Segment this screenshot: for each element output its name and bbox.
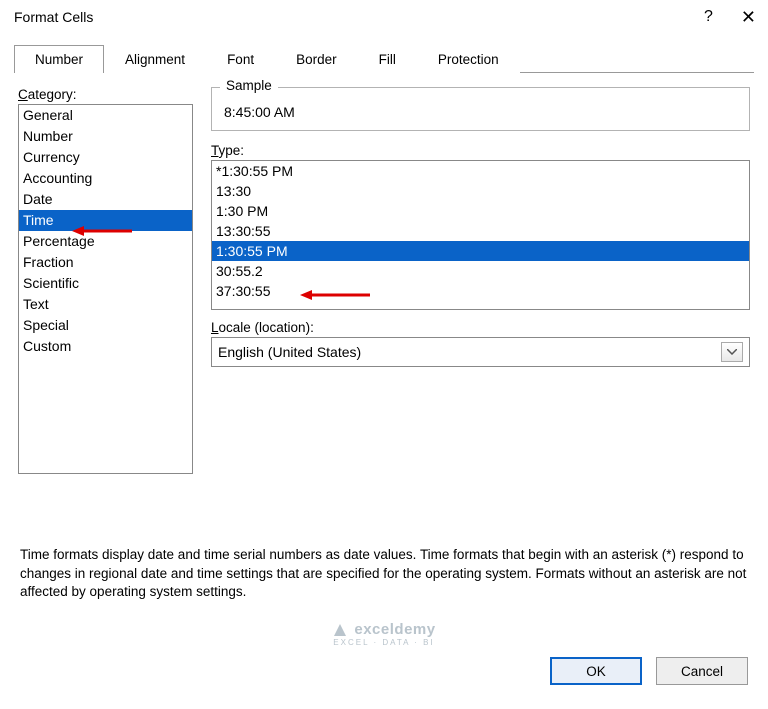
- category-item-text[interactable]: Text: [19, 294, 192, 315]
- category-item-scientific[interactable]: Scientific: [19, 273, 192, 294]
- cancel-button[interactable]: Cancel: [656, 657, 748, 685]
- category-item-custom[interactable]: Custom: [19, 336, 192, 357]
- titlebar: Format Cells ? ✕: [0, 0, 768, 34]
- tab-font[interactable]: Font: [206, 45, 275, 73]
- type-list[interactable]: *1:30:55 PM13:301:30 PM13:30:551:30:55 P…: [211, 160, 750, 310]
- dialog-title: Format Cells: [14, 9, 93, 25]
- category-item-percentage[interactable]: Percentage: [19, 231, 192, 252]
- category-item-currency[interactable]: Currency: [19, 147, 192, 168]
- category-item-date[interactable]: Date: [19, 189, 192, 210]
- tab-protection[interactable]: Protection: [417, 45, 520, 73]
- tab-fill[interactable]: Fill: [358, 45, 417, 73]
- watermark: exceldemy EXCEL · DATA · BI: [0, 621, 768, 647]
- category-item-accounting[interactable]: Accounting: [19, 168, 192, 189]
- category-item-special[interactable]: Special: [19, 315, 192, 336]
- chevron-down-icon[interactable]: [721, 342, 743, 362]
- type-item[interactable]: 1:30 PM: [212, 201, 749, 221]
- type-item[interactable]: 1:30:55 PM: [212, 241, 749, 261]
- type-item[interactable]: 13:30:55: [212, 221, 749, 241]
- tab-alignment[interactable]: Alignment: [104, 45, 206, 73]
- format-cells-dialog: Format Cells ? ✕ NumberAlignmentFontBord…: [0, 0, 768, 709]
- tabs: NumberAlignmentFontBorderFillProtection: [14, 44, 754, 72]
- locale-value: English (United States): [218, 344, 361, 360]
- close-icon[interactable]: ✕: [741, 8, 756, 26]
- type-item[interactable]: 37:30:55: [212, 281, 749, 301]
- description-text: Time formats display date and time seria…: [20, 546, 748, 601]
- tab-number[interactable]: Number: [14, 45, 104, 73]
- ok-button[interactable]: OK: [550, 657, 642, 685]
- type-label: Type:: [211, 143, 750, 158]
- type-item[interactable]: 30:55.2: [212, 261, 749, 281]
- help-icon[interactable]: ?: [704, 8, 713, 26]
- locale-label: Locale (location):: [211, 320, 750, 335]
- category-item-general[interactable]: General: [19, 105, 192, 126]
- sample-value: 8:45:00 AM: [222, 102, 739, 120]
- category-item-number[interactable]: Number: [19, 126, 192, 147]
- category-list[interactable]: GeneralNumberCurrencyAccountingDateTimeP…: [18, 104, 193, 474]
- tab-border[interactable]: Border: [275, 45, 358, 73]
- sample-label: Sample: [220, 78, 278, 93]
- type-item[interactable]: *1:30:55 PM: [212, 161, 749, 181]
- type-item[interactable]: 13:30: [212, 181, 749, 201]
- category-item-time[interactable]: Time: [19, 210, 192, 231]
- locale-select[interactable]: English (United States): [211, 337, 750, 367]
- category-item-fraction[interactable]: Fraction: [19, 252, 192, 273]
- sample-group: Sample 8:45:00 AM: [211, 87, 750, 131]
- category-label: Category:: [18, 87, 193, 102]
